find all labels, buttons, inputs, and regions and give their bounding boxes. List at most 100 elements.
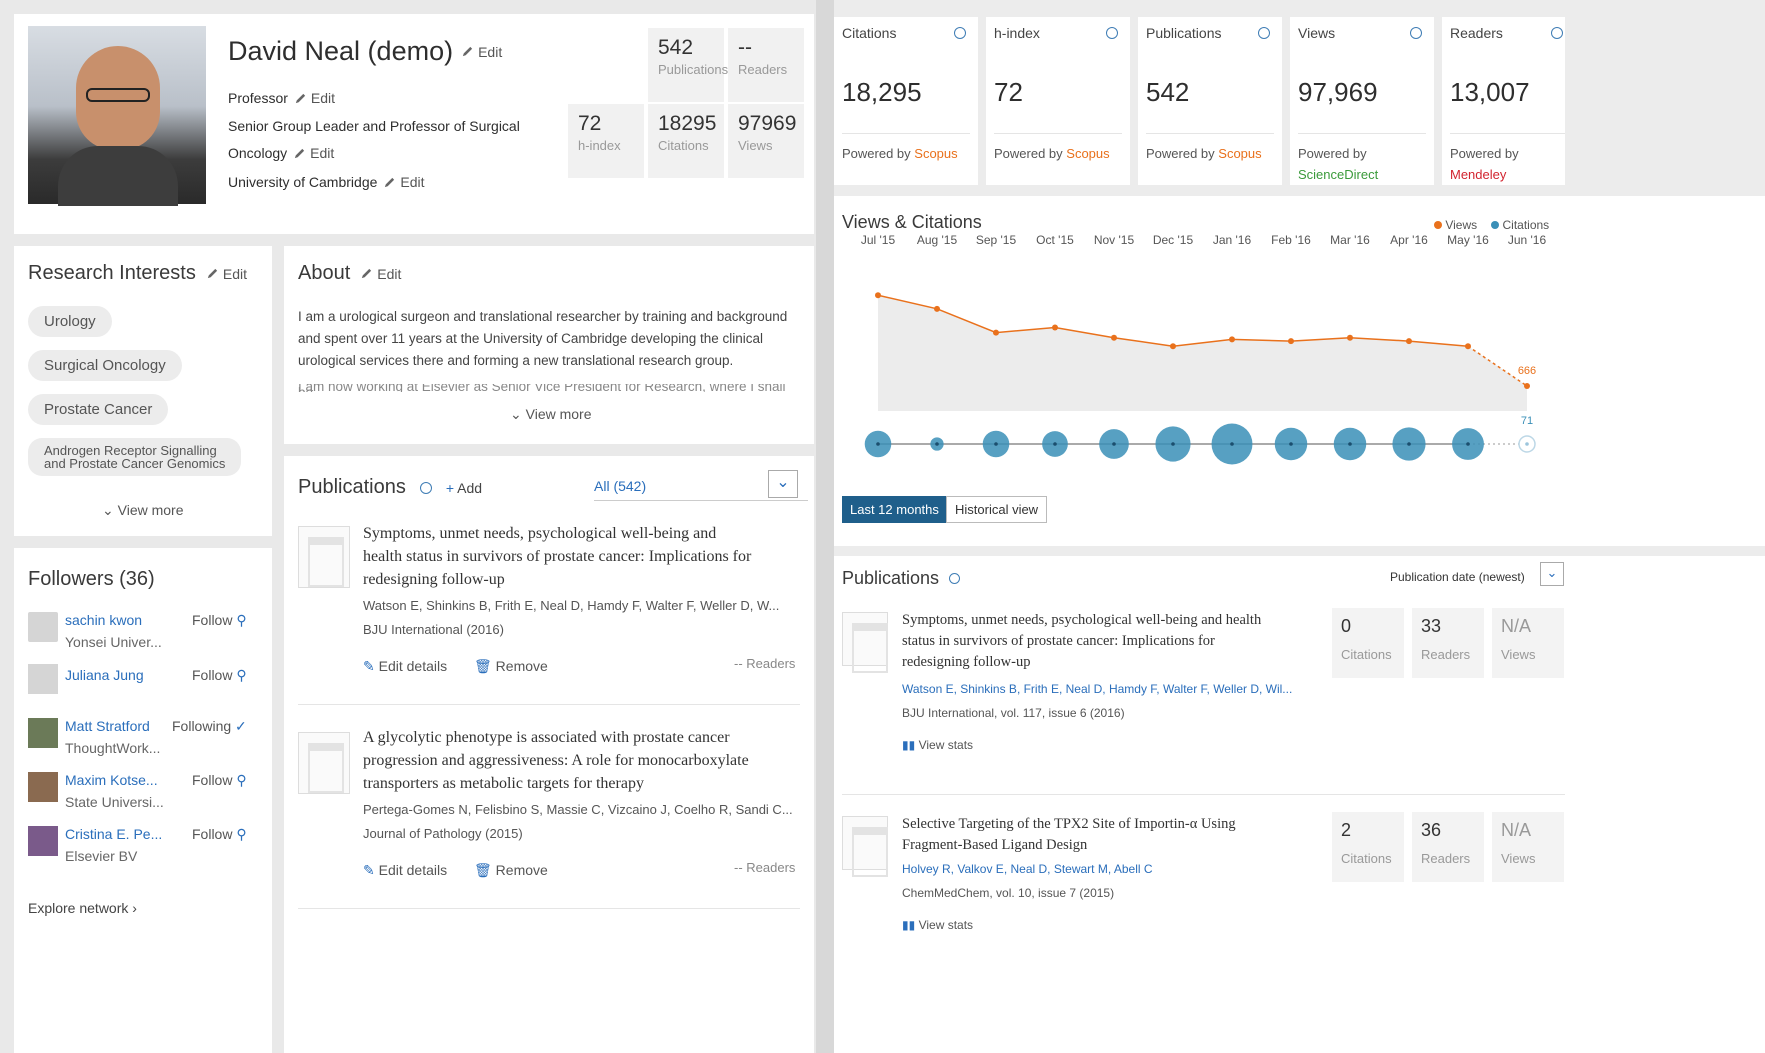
views-citations-panel: Views & Citations Views Citations Jul '1… — [834, 196, 1765, 546]
about-text-faded: I am now working at Elsevier as Senior V… — [298, 384, 786, 392]
sort-select[interactable]: Publication date (newest) — [1390, 570, 1525, 584]
research-interests-panel: Research Interests Edit Urology Surgical… — [14, 246, 272, 536]
scopus-link[interactable]: Scopus — [1066, 146, 1109, 161]
edit-affiliation-button[interactable]: Edit — [383, 174, 425, 190]
remove-button[interactable]: 🗑 Remove — [474, 658, 548, 675]
last-12-months-button[interactable]: Last 12 months — [842, 496, 947, 523]
about-view-more-link[interactable]: ⌄ View more — [510, 406, 592, 423]
metric-tile-citations: Citations 18,295 Powered by Scopus — [834, 17, 978, 185]
stat-views[interactable]: 97969 Views — [728, 104, 804, 178]
info-icon[interactable] — [949, 573, 961, 584]
x-tick-label: Oct '15 — [1036, 233, 1074, 247]
interest-tag[interactable]: Androgen Receptor Signalling and Prostat… — [28, 438, 242, 476]
stat-citations[interactable]: 18295 Citations — [648, 104, 724, 178]
metric-tile-readers: Readers 13,007 Powered by Mendeley — [1442, 17, 1565, 185]
interest-tag[interactable]: Surgical Oncology — [28, 350, 182, 381]
views-point — [1465, 343, 1471, 350]
avatar — [28, 718, 58, 748]
info-icon[interactable] — [1106, 27, 1118, 39]
pencil-icon — [295, 148, 305, 158]
citations-bubble-center — [876, 442, 880, 446]
publication-title[interactable]: A glycolytic phenotype is associated wit… — [363, 726, 803, 795]
edit-details-button[interactable]: ✎ Edit details — [363, 658, 447, 675]
profile-affiliation: University of Cambridge — [228, 174, 378, 190]
publication-authors: Watson E, Shinkins B, Frith E, Neal D, H… — [902, 682, 1293, 696]
follow-button[interactable]: Follow ⚲ — [192, 772, 247, 789]
stat-readers[interactable]: -- Readers — [728, 28, 804, 102]
citations-bubble-center — [1525, 442, 1529, 446]
view-stats-button[interactable]: ▮▮ View stats — [902, 918, 973, 932]
views-point — [1170, 343, 1176, 350]
interest-tag[interactable]: Urology — [28, 306, 112, 337]
publication-title[interactable]: Symptoms, unmet needs, psychological wel… — [363, 522, 803, 591]
views-point — [1524, 383, 1530, 389]
readers-count: -- Readers — [734, 860, 796, 875]
info-icon[interactable] — [954, 27, 966, 39]
readers-metric: 36 Readers — [1412, 812, 1484, 882]
publications-metrics-panel: Publications Publication date (newest) ⌄… — [834, 556, 1765, 1053]
view-stats-button[interactable]: ▮▮ View stats — [902, 738, 973, 752]
sciencedirect-link[interactable]: ScienceDirect — [1298, 164, 1378, 185]
pencil-icon: ✎ — [363, 862, 375, 878]
x-tick-label: Feb '16 — [1271, 233, 1311, 247]
avatar — [28, 826, 58, 856]
divider — [298, 704, 800, 705]
pencil-icon — [362, 268, 372, 279]
add-publication-button[interactable]: + Add — [446, 480, 482, 496]
metric-tile-publications: Publications 542 Powered by Scopus — [1138, 17, 1282, 185]
citations-bubble-center — [1348, 442, 1352, 446]
citations-bubble-center — [994, 442, 998, 446]
chevron-down-icon[interactable]: ⌄ — [768, 470, 798, 498]
interests-view-more-link[interactable]: ⌄ View more — [102, 502, 184, 519]
historical-view-button[interactable]: Historical view — [946, 496, 1048, 523]
info-icon[interactable] — [1551, 27, 1563, 39]
edit-role-button[interactable]: Edit — [293, 145, 334, 161]
pencil-icon — [462, 46, 473, 57]
pencil-icon — [207, 268, 218, 279]
info-icon[interactable] — [1410, 27, 1422, 39]
follow-button[interactable]: Follow ⚲ — [192, 667, 247, 684]
following-button[interactable]: Following ✓ — [172, 718, 247, 735]
document-thumbnail-icon — [842, 816, 888, 877]
pencil-icon: ✎ — [363, 658, 375, 674]
edit-interests-button[interactable]: Edit — [206, 266, 247, 282]
remove-button[interactable]: 🗑 Remove — [474, 862, 548, 879]
x-tick-label: Jan '16 — [1213, 233, 1252, 247]
views-point — [1111, 334, 1117, 341]
interest-tag[interactable]: Prostate Cancer — [28, 394, 169, 425]
edit-title-button[interactable]: Edit — [294, 90, 335, 106]
stat-h-index[interactable]: 72 h-index — [568, 104, 644, 178]
views-point — [993, 329, 999, 336]
edit-details-button[interactable]: ✎ Edit details — [363, 862, 447, 879]
bar-chart-icon: ▮▮ — [902, 918, 916, 932]
divider — [842, 794, 1565, 795]
publications-title: Publications — [842, 568, 940, 588]
readers-count: -- Readers — [734, 656, 796, 671]
follow-button[interactable]: Follow ⚲ — [192, 826, 247, 843]
about-text: I am a urological surgeon and translatio… — [298, 309, 788, 324]
scopus-link[interactable]: Scopus — [1218, 146, 1261, 161]
citations-bubble-center — [1171, 442, 1175, 446]
info-icon[interactable] — [419, 481, 432, 494]
info-icon[interactable] — [1258, 27, 1270, 39]
edit-about-button[interactable]: Edit — [360, 266, 401, 282]
stat-publications[interactable]: 542 Publications — [648, 28, 728, 102]
citations-bubble-center — [1112, 442, 1116, 446]
publication-title[interactable]: Selective Targeting of the TPX2 Site of … — [902, 814, 1322, 856]
avatar — [28, 26, 206, 206]
citations-last-label: 71 — [1521, 415, 1533, 427]
follow-button[interactable]: Follow ⚲ — [192, 612, 247, 629]
scopus-link[interactable]: Scopus — [914, 146, 957, 161]
chevron-right-icon: › — [132, 900, 137, 916]
avatar — [28, 664, 58, 694]
views-metric: N/A Views — [1492, 608, 1564, 678]
publications-panel: Publications + Add All (542) ⌄ Symptoms,… — [284, 456, 814, 1053]
edit-name-button[interactable]: Edit — [461, 44, 502, 60]
publication-authors: Pertega-Gomes N, Felisbino S, Massie C, … — [363, 802, 793, 817]
explore-network-link[interactable]: Explore network › — [28, 900, 137, 916]
mendeley-link[interactable]: Mendeley — [1450, 164, 1519, 185]
publication-title[interactable]: Symptoms, unmet needs, psychological wel… — [902, 610, 1322, 673]
pencil-icon — [295, 93, 306, 103]
citations-bubble-center — [1407, 442, 1411, 446]
chevron-down-icon[interactable]: ⌄ — [1540, 562, 1564, 586]
